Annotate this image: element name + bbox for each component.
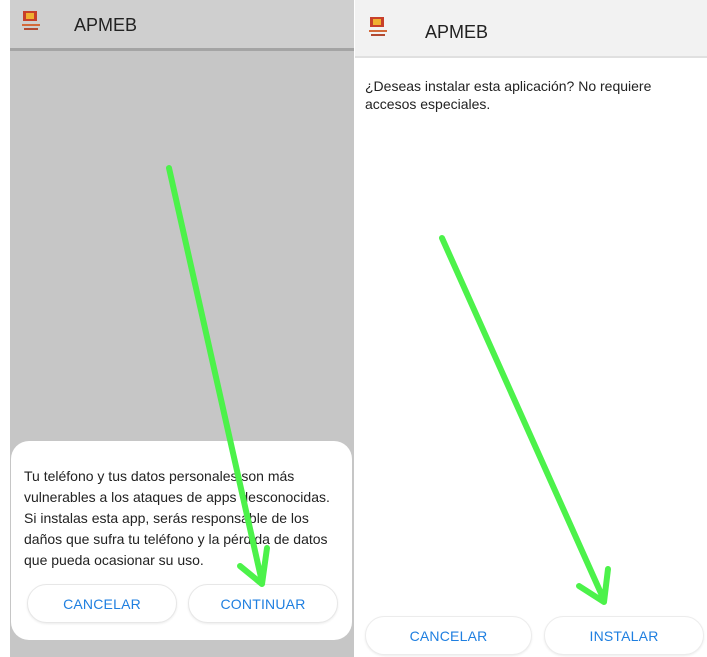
warning-message: Tu teléfono y tus datos personales son m… <box>24 468 330 568</box>
app-bar-divider <box>10 48 354 51</box>
app-bar-divider <box>355 56 707 58</box>
app-bar: APMEB <box>355 0 707 56</box>
app-title: APMEB <box>425 22 489 42</box>
install-question: ¿Deseas instalar esta aplicación? No req… <box>365 78 652 112</box>
continue-button[interactable]: CONTINUAR <box>188 584 338 623</box>
app-title: APMEB <box>74 15 138 35</box>
app-logo-icon <box>22 11 40 30</box>
left-screen: APMEB Tu teléfono y tus datos personales… <box>10 0 354 657</box>
screenshot-comparison: APMEB Tu teléfono y tus datos personales… <box>0 0 707 657</box>
cancel-button[interactable]: CANCELAR <box>365 616 532 655</box>
app-bar: APMEB <box>10 0 354 48</box>
right-screen: APMEB ¿Deseas instalar esta aplicación? … <box>355 0 707 657</box>
cancel-button[interactable]: CANCELAR <box>27 584 177 623</box>
install-button[interactable]: INSTALAR <box>544 616 704 655</box>
app-logo-icon <box>369 17 387 36</box>
security-warning-dialog: Tu teléfono y tus datos personales son m… <box>11 441 352 640</box>
